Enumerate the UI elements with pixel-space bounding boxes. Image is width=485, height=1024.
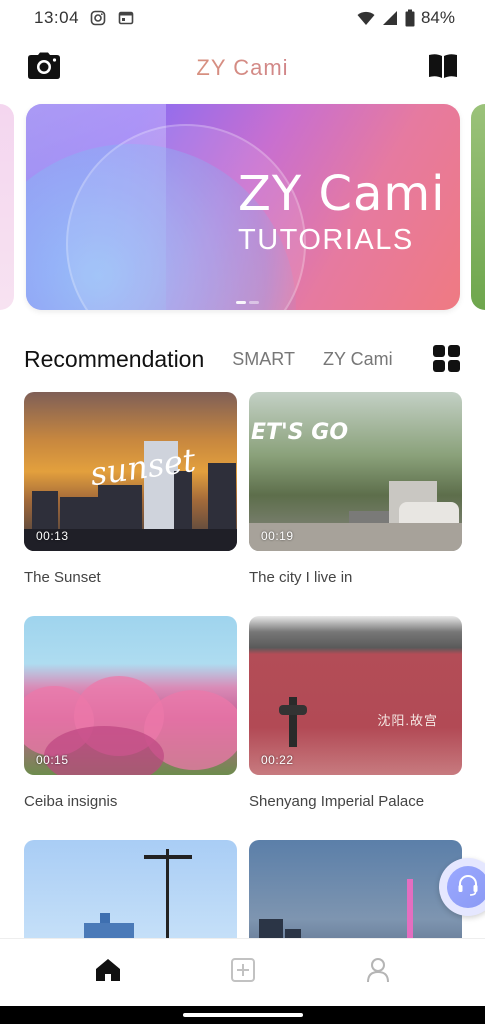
app-header: ZY Cami: [0, 44, 485, 92]
video-title: The city I live in: [249, 569, 353, 586]
banner-peek-previous[interactable]: [0, 104, 14, 310]
tab-smart[interactable]: SMART: [232, 349, 295, 370]
grid-view-icon[interactable]: [433, 345, 461, 373]
nav-home[interactable]: [84, 949, 132, 997]
instagram-icon: [89, 9, 107, 27]
video-thumbnail: 00:15: [24, 616, 237, 775]
system-navigation-bar: [0, 1006, 485, 1024]
status-bar: 13:04 84%: [0, 0, 485, 36]
wifi-icon: [357, 9, 375, 27]
video-title: Ceiba insignis: [24, 793, 118, 810]
video-duration: 00:22: [261, 753, 294, 767]
camera-icon: [27, 52, 61, 85]
banner-carousel[interactable]: ZY Cami TUTORIALS: [0, 104, 485, 312]
banner-peek-next[interactable]: [471, 104, 485, 310]
video-thumbnail: 沈阳.故宫 00:22: [249, 616, 462, 775]
tab-zy-cami[interactable]: ZY Cami: [323, 349, 393, 370]
camera-button[interactable]: [26, 50, 62, 86]
headset-icon: [456, 873, 480, 902]
tutorial-book-button[interactable]: [425, 50, 461, 86]
home-gesture-handle[interactable]: [182, 1013, 303, 1017]
nav-create[interactable]: [219, 949, 267, 997]
video-title: The Sunset: [24, 569, 101, 586]
video-title: Shenyang Imperial Palace: [249, 793, 425, 810]
category-tabs: Recommendation SMART ZY Cami: [0, 336, 485, 382]
video-card[interactable]: ET'S GO 00:19 The city I live in: [249, 392, 462, 616]
thumbnail-overlay-text: ET'S GO: [251, 420, 349, 445]
add-square-icon: [230, 957, 256, 988]
bottom-navigation: [0, 938, 485, 1006]
video-duration: 00:15: [36, 753, 69, 767]
tab-recommendation[interactable]: Recommendation: [24, 346, 204, 373]
app-screen: 13:04 84% ZY Cami ZY Cami TUTORIALS Reco…: [0, 0, 485, 1024]
video-grid: sunset 00:13 The Sunset ET'S GO 00:19 Th…: [24, 392, 462, 1024]
profile-icon: [366, 957, 390, 988]
video-duration: 00:13: [36, 529, 69, 543]
banner-subtitle: TUTORIALS: [238, 224, 414, 256]
video-thumbnail: ET'S GO 00:19: [249, 392, 462, 551]
nav-profile[interactable]: [354, 949, 402, 997]
calendar-icon: [117, 9, 135, 27]
tutorials-banner[interactable]: ZY Cami TUTORIALS: [26, 104, 460, 310]
video-card[interactable]: sunset 00:13 The Sunset: [24, 392, 237, 616]
status-time: 13:04: [34, 8, 80, 27]
video-duration: 00:19: [261, 529, 294, 543]
thumbnail-overlay-text: 沈阳.故宫: [377, 713, 438, 728]
book-icon: [428, 53, 458, 84]
video-thumbnail: sunset 00:13: [24, 392, 237, 551]
app-title: ZY Cami: [0, 55, 485, 81]
signal-icon: [381, 9, 399, 27]
banner-title: ZY Cami: [238, 166, 446, 222]
video-card[interactable]: 00:15 Ceiba insignis: [24, 616, 237, 840]
battery-icon: [405, 9, 415, 27]
banner-dot: [236, 301, 246, 304]
video-card[interactable]: 沈阳.故宫 00:22 Shenyang Imperial Palace: [249, 616, 462, 840]
battery-percent: 84%: [420, 8, 455, 27]
banner-dot: [249, 301, 259, 304]
banner-pagination: [236, 301, 259, 304]
home-icon: [95, 958, 121, 987]
